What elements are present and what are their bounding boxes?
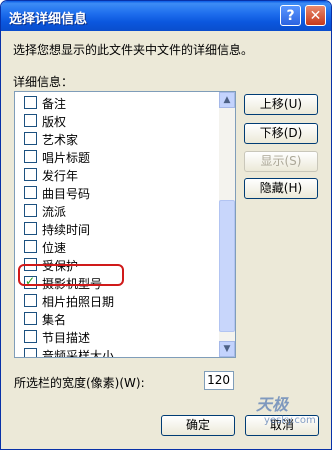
checkbox[interactable] — [24, 312, 37, 325]
checkbox[interactable] — [24, 330, 37, 343]
list-item-label: 集名 — [42, 313, 67, 327]
column-width-input[interactable]: 120 — [204, 371, 234, 390]
ok-button[interactable]: 确定 — [161, 415, 235, 436]
list-item[interactable]: 位速 — [15, 238, 215, 256]
checkbox[interactable] — [24, 222, 37, 235]
list-item-label: 曲目号码 — [42, 187, 91, 201]
hide-button[interactable]: 隐藏(H) — [244, 178, 318, 199]
list-item[interactable]: 集名 — [15, 310, 215, 328]
checkbox[interactable] — [24, 168, 37, 181]
move-up-button[interactable]: 上移(U) — [244, 94, 318, 115]
details-list[interactable]: 备注版权艺术家唱片标题发行年曲目号码流派持续时间位速受保护摄影机型号相片拍照日期… — [14, 91, 236, 358]
scroll-up-button[interactable]: ▲ — [219, 92, 235, 108]
dialog-description: 选择您想显示的此文件夹中文件的详细信息。 — [13, 43, 254, 57]
checkbox[interactable] — [24, 96, 37, 109]
list-scrollbar[interactable]: ▲ ▼ — [219, 92, 235, 357]
checkbox[interactable] — [24, 348, 37, 357]
highlight-annotation — [18, 264, 124, 286]
list-item-label: 音频采样大小 — [42, 349, 115, 358]
list-item[interactable]: 艺术家 — [15, 130, 215, 148]
list-item-label: 流派 — [42, 205, 67, 219]
close-button[interactable]: ✕ — [305, 5, 326, 26]
checkbox[interactable] — [24, 150, 37, 163]
list-item-label: 版权 — [42, 115, 67, 129]
watermark-logo: 天极 — [256, 395, 289, 414]
help-button[interactable]: ? — [280, 5, 301, 26]
move-down-button[interactable]: 下移(D) — [244, 123, 318, 144]
checkbox[interactable] — [24, 294, 37, 307]
list-item[interactable]: 音频采样大小 — [15, 346, 215, 358]
details-dialog: 选择详细信息 ? ✕ 选择您想显示的此文件夹中文件的详细信息。 详细信息： 备注… — [0, 0, 332, 450]
scroll-down-button[interactable]: ▼ — [219, 341, 235, 357]
list-item[interactable]: 唱片标题 — [15, 148, 215, 166]
list-item[interactable]: 版权 — [15, 112, 215, 130]
checkbox[interactable] — [24, 204, 37, 217]
list-item-label: 唱片标题 — [42, 151, 91, 165]
scroll-thumb[interactable] — [219, 200, 235, 332]
details-list-label: 详细信息： — [13, 75, 74, 89]
checkbox[interactable] — [24, 186, 37, 199]
list-item-label: 节目描述 — [42, 331, 91, 345]
list-item-label: 持续时间 — [42, 223, 91, 237]
list-item[interactable]: 持续时间 — [15, 220, 215, 238]
list-item-label: 发行年 — [42, 169, 79, 183]
list-item[interactable]: 发行年 — [15, 166, 215, 184]
watermark-site: yesky.com — [264, 415, 316, 426]
checkbox[interactable] — [24, 132, 37, 145]
list-item-label: 备注 — [42, 97, 67, 111]
dialog-title: 选择详细信息 — [9, 12, 88, 27]
list-item[interactable]: 备注 — [15, 94, 215, 112]
show-button[interactable]: 显示(S) — [244, 151, 318, 172]
list-item[interactable]: 流派 — [15, 202, 215, 220]
list-item[interactable]: 相片拍照日期 — [15, 292, 215, 310]
list-item-label: 相片拍照日期 — [42, 295, 115, 309]
list-item-label: 位速 — [42, 241, 67, 255]
list-item[interactable]: 曲目号码 — [15, 184, 215, 202]
checkbox[interactable] — [24, 240, 37, 253]
title-bar[interactable]: 选择详细信息 ? ✕ — [1, 1, 331, 31]
list-item[interactable]: 节目描述 — [15, 328, 215, 346]
list-item-label: 艺术家 — [42, 133, 79, 147]
checkbox[interactable] — [24, 114, 37, 127]
column-width-label: 所选栏的宽度(像素)(W): — [14, 376, 145, 390]
